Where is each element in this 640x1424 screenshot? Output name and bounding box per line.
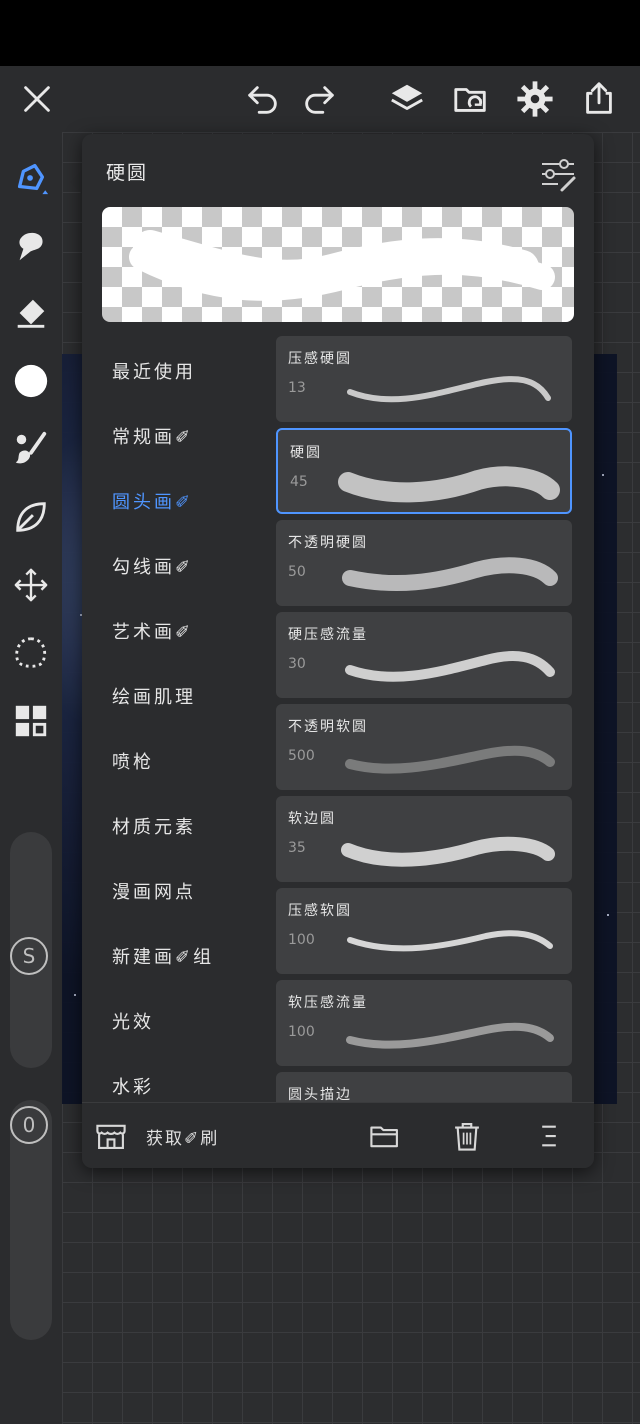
brush-icon [17,163,49,195]
liquify-tool-button[interactable] [6,492,56,542]
selection-tool-button[interactable] [6,628,56,678]
brush-card[interactable]: 硬压感流量 30 [276,612,572,698]
category-item[interactable]: 材质元素 [112,813,196,839]
size-slider-knob[interactable]: S [10,937,48,975]
close-button[interactable] [12,74,62,124]
brush-size: 45 [290,474,308,490]
left-toolbar: S 0 [0,132,62,1424]
opacity-slider-knob[interactable]: 0 [10,1106,48,1144]
layers-button[interactable] [382,74,432,124]
brush-size: 100 [288,1024,315,1040]
brush-size: 100 [288,932,315,948]
brush-name: 软边圆 [288,811,336,827]
gallery-button[interactable] [6,696,56,746]
smudge-icon [19,232,43,261]
brush-list: 压感硬圆 13 硬圆 45 不透明硬圆 50 硬压感流量 30 不透明软圆 50… [276,336,572,1104]
undo-button[interactable] [238,74,288,124]
category-item[interactable]: 新建画✐组 [112,943,214,969]
brush-card[interactable]: 软压感流量 100 [276,980,572,1066]
leaf-icon [16,502,46,532]
brush-stroke-sample [341,836,555,867]
brush-size: 35 [288,840,306,856]
brush-card[interactable]: 压感软圆 100 [276,888,572,974]
redo-icon [305,86,334,114]
import-folder-button[interactable] [368,1113,402,1159]
brush-stroke-preview [102,207,574,322]
category-item[interactable]: 绘画肌理 [112,683,196,709]
menu-icon [542,1125,556,1147]
category-item[interactable]: 勾线画✐ [112,553,193,579]
brush-stroke-sample [345,745,555,774]
category-item[interactable]: 喷枪 [112,748,154,774]
brush-category-list: 最近使用 常规画✐ 圆头画✐ 勾线画✐ 艺术画✐ 绘画肌理 喷枪 材质元素 漫画… [82,334,272,1104]
eraser-icon [17,299,45,328]
close-icon [24,86,50,112]
brush-name: 硬圆 [290,445,322,461]
brush-stroke-sample [347,376,551,403]
brush-card-selected[interactable]: 硬圆 45 [276,428,572,514]
panel-pointer [70,170,82,194]
brush-size: 13 [288,380,306,396]
opacity-slider[interactable]: 0 [10,1100,52,1340]
trash-icon [455,1123,479,1151]
brush-stroke-sample [346,1022,554,1049]
smudge-tool-button[interactable] [6,220,56,270]
brush-size: 30 [288,656,306,672]
folder-icon [370,1126,398,1148]
top-toolbar [0,66,640,132]
brush-size: 500 [288,748,315,764]
undo-icon [248,86,277,114]
store-icon [96,1124,126,1149]
opacity-slider-label: 0 [22,1113,36,1137]
panel-title: 硬圆 [106,162,149,184]
size-slider-label: S [22,944,36,968]
lasso-selection-icon [15,637,47,668]
category-item[interactable]: 常规画✐ [112,423,193,449]
brush-settings-icon[interactable] [538,154,578,194]
category-item[interactable]: 水彩 [112,1073,154,1099]
brush-stroke-sample [338,466,560,503]
transform-tool-button[interactable] [6,560,56,610]
gear-icon [517,81,553,117]
status-bar [0,0,640,66]
share-button[interactable] [574,74,624,124]
brush-card[interactable]: 软边圆 35 [276,796,572,882]
category-item[interactable]: 艺术画✐ [112,618,193,644]
brush-picker-button[interactable] [6,424,56,474]
brush-stroke-sample [342,557,558,592]
brush-card[interactable]: 圆头描边 [276,1072,572,1104]
brush-library-panel: 硬圆 最近使用 常规画✐ 圆头画✐ 勾线画✐ 艺术画✐ 绘画肌理 喷枪 材质元素… [82,134,594,1168]
brush-tool-button[interactable] [6,152,56,202]
delete-brush-button[interactable] [450,1113,484,1159]
category-item-active[interactable]: 圆头画✐ [112,488,193,514]
import-button[interactable] [446,74,496,124]
brush-card[interactable]: 不透明软圆 500 [276,704,572,790]
brush-stroke-sample [347,930,553,952]
brush-name: 圆头描边 [288,1087,352,1103]
transform-icon [14,568,48,602]
settings-button[interactable] [510,74,560,124]
category-item[interactable]: 光效 [112,1008,154,1034]
get-brushes-label: 获取✐刷 [146,1128,220,1149]
color-swatch [14,364,48,398]
get-brushes-button[interactable]: 获取✐刷 [94,1113,219,1159]
brush-stroke-sample [345,651,555,682]
share-icon [586,82,612,114]
color-picker-button[interactable] [6,356,56,406]
brush-card[interactable]: 压感硬圆 13 [276,336,572,422]
brush-card[interactable]: 不透明硬圆 50 [276,520,572,606]
eraser-tool-button[interactable] [6,288,56,338]
more-options-button[interactable] [532,1113,566,1159]
gallery-grid-icon [15,705,47,737]
panel-footer: 获取✐刷 [82,1102,594,1168]
brush-size-slider[interactable]: S [10,832,52,1068]
category-item[interactable]: 漫画网点 [112,878,196,904]
category-item[interactable]: 最近使用 [112,358,196,384]
import-icon [454,88,486,112]
layers-icon [391,84,423,110]
brush-picker-icon [15,431,47,464]
redo-button[interactable] [294,74,344,124]
brush-size: 50 [288,564,306,580]
